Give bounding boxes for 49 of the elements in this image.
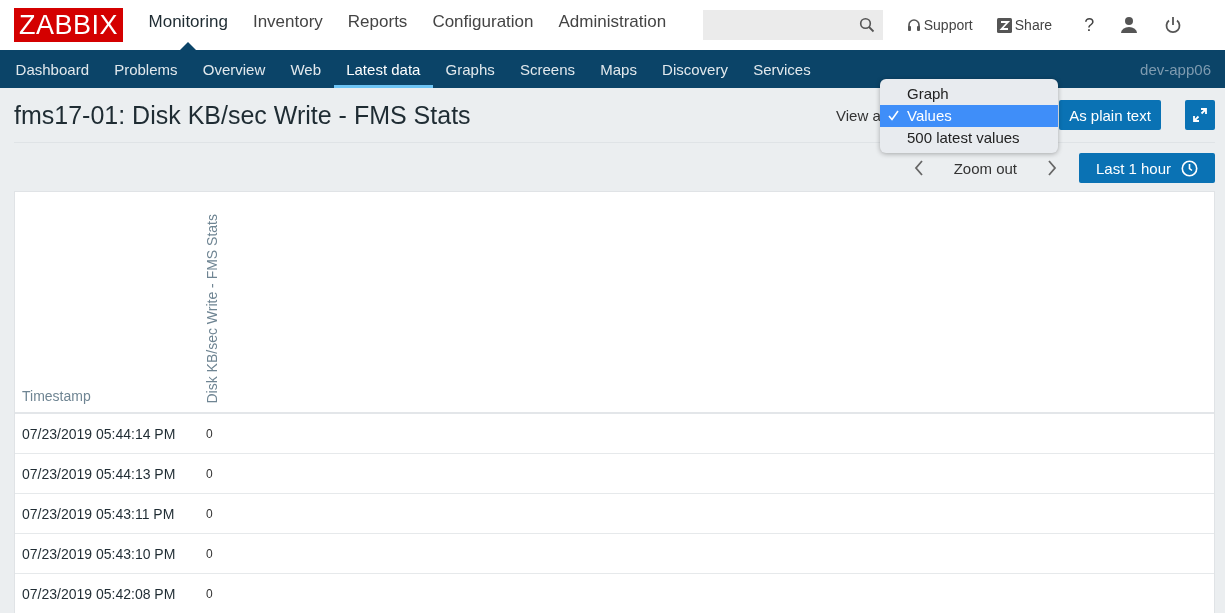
zoom-out-link[interactable]: Zoom out xyxy=(953,159,1017,177)
sub-menu-item[interactable]: Web xyxy=(277,50,334,88)
column-header: Disk KB/sec Write - FMS Stats xyxy=(204,214,220,404)
column-header: Timestamp xyxy=(21,388,92,404)
main-menu-item[interactable]: Administration xyxy=(546,0,679,50)
table-cell-text: 07/23/2019 05:42:08 PM xyxy=(21,585,177,602)
dropdown-option[interactable]: Graph xyxy=(880,82,1058,105)
plain-text-button[interactable]: As plain text xyxy=(1059,100,1161,130)
main-menu-item[interactable]: Reports xyxy=(335,0,420,50)
table-cell-text: 07/23/2019 05:44:14 PM xyxy=(21,425,177,442)
sub-menu-item[interactable]: Screens xyxy=(507,50,588,88)
search-icon[interactable] xyxy=(858,17,875,33)
search-field[interactable] xyxy=(702,10,883,40)
table-cell: 0 xyxy=(206,466,213,481)
headset-icon xyxy=(906,17,921,33)
table-cell-text: 07/23/2019 05:43:11 PM xyxy=(21,505,176,522)
fullscreen-button[interactable] xyxy=(1185,100,1215,130)
time-range-button[interactable]: Last 1 hour xyxy=(1079,153,1215,183)
clock-icon xyxy=(1181,159,1199,177)
user-icon[interactable] xyxy=(1120,16,1139,34)
sub-menu-item[interactable]: Latest data xyxy=(333,50,433,88)
sub-menu-item[interactable]: Maps xyxy=(587,50,650,88)
expand-icon xyxy=(1193,108,1207,122)
view-as-label: View a xyxy=(836,106,881,124)
table-cell-text: 07/23/2019 05:44:13 PM xyxy=(21,465,177,482)
sub-menu-item[interactable]: Graphs xyxy=(433,50,508,88)
sub-menu-item[interactable]: Overview xyxy=(190,50,278,88)
dropdown-option[interactable]: 500 latest values xyxy=(880,126,1058,149)
main-menu-item[interactable]: Monitoring xyxy=(136,0,241,50)
sub-menu-item[interactable]: Discovery xyxy=(649,50,741,88)
power-icon[interactable] xyxy=(1164,16,1183,34)
table-cell: 0 xyxy=(206,546,213,561)
check-icon xyxy=(888,110,899,121)
main-menu-item[interactable]: Configuration xyxy=(419,0,546,50)
server-name: dev-app06 xyxy=(1139,60,1212,80)
main-menu-item[interactable]: Inventory xyxy=(240,0,336,50)
support-link[interactable]: Support xyxy=(906,17,973,33)
share-logo-icon xyxy=(996,17,1012,33)
sub-menu-item[interactable]: Problems xyxy=(101,50,191,88)
sub-menu-item[interactable]: Dashboard xyxy=(3,50,102,88)
table-cell: 0 xyxy=(206,586,213,601)
zabbix-logo[interactable]: ZABBIX xyxy=(14,8,124,42)
sub-menu-item[interactable]: Services xyxy=(740,50,824,88)
table-cell: 0 xyxy=(206,426,213,441)
table-cell: 0 xyxy=(206,506,213,521)
share-link[interactable]: Share xyxy=(996,17,1053,33)
help-link[interactable]: ? xyxy=(1084,14,1095,36)
table-cell-text: 07/23/2019 05:43:10 PM xyxy=(21,545,177,562)
page-title: fms17-01: Disk KB/sec Write - FMS Stats xyxy=(14,100,472,130)
